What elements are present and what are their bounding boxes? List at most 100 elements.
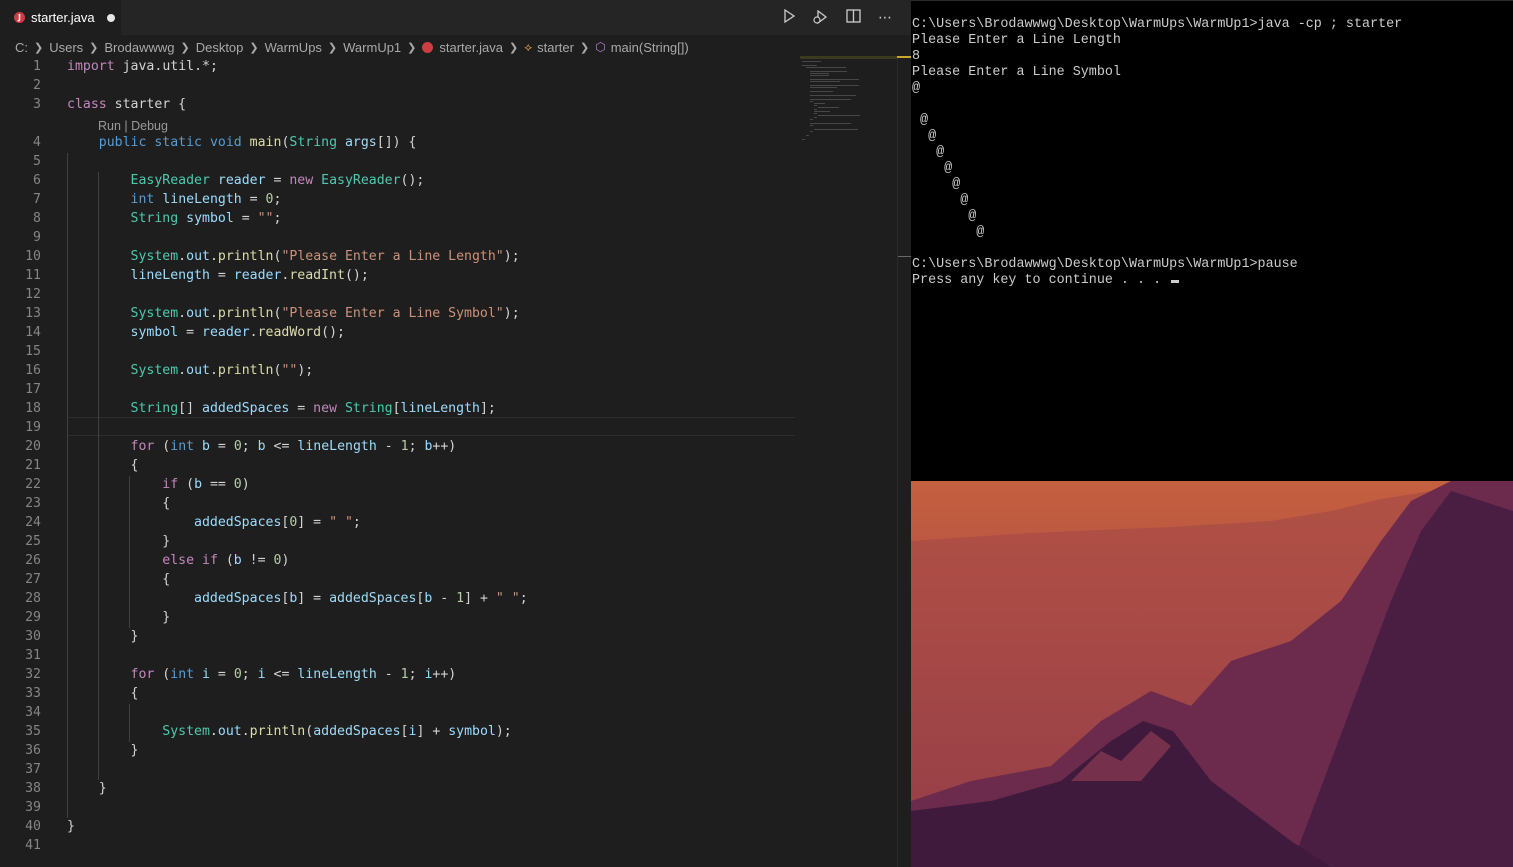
code-text[interactable]: {: [67, 456, 139, 475]
code-line[interactable]: 36 }: [0, 741, 800, 760]
code-text[interactable]: System.out.println(addedSpaces[i] + symb…: [67, 722, 511, 741]
unsaved-changes-dot-icon[interactable]: [106, 13, 115, 22]
command-prompt-window[interactable]: C:\Users\Brodawwwg\Desktop\WarmUps\WarmU…: [911, 0, 1513, 481]
code-line[interactable]: 7 int lineLength = 0;: [0, 190, 800, 209]
terminal-line: C:\Users\Brodawwwg\Desktop\WarmUps\WarmU…: [912, 17, 1403, 32]
breadcrumb-folder-brodawwwg[interactable]: Brodawwwg: [104, 40, 174, 55]
code-text[interactable]: for (int i = 0; i <= lineLength - 1; i++…: [67, 665, 457, 684]
breadcrumb-folder-users[interactable]: Users: [49, 40, 83, 55]
code-line[interactable]: 27 {: [0, 570, 800, 589]
code-text[interactable]: String[] addedSpaces = new String[lineLe…: [67, 399, 496, 418]
minimap-line: [810, 71, 847, 72]
line-number: 21: [25, 458, 41, 473]
code-line[interactable]: 20 for (int b = 0; b <= lineLength - 1; …: [0, 437, 800, 456]
mountain-landscape-image: [911, 481, 1513, 867]
code-line[interactable]: 1 import java.util.*;: [0, 57, 800, 76]
code-text[interactable]: {: [67, 684, 139, 703]
code-line[interactable]: 25 }: [0, 532, 800, 551]
code-text[interactable]: public static void main(String args[]) {: [67, 133, 417, 152]
code-line[interactable]: 29 }: [0, 608, 800, 627]
code-text[interactable]: {: [67, 570, 170, 589]
code-line[interactable]: 35 System.out.println(addedSpaces[i] + s…: [0, 722, 800, 741]
code-line[interactable]: 19: [0, 418, 800, 437]
code-line[interactable]: 39: [0, 798, 800, 817]
code-text[interactable]: }: [67, 627, 139, 646]
code-line[interactable]: 5: [0, 152, 800, 171]
breadcrumb-folder-desktop[interactable]: Desktop: [196, 40, 244, 55]
code-text[interactable]: }: [67, 779, 107, 798]
code-line[interactable]: 11 lineLength = reader.readInt();: [0, 266, 800, 285]
line-number: 41: [25, 838, 41, 853]
minimap[interactable]: [800, 56, 897, 176]
more-actions-icon[interactable]: ⋯: [876, 9, 894, 27]
vertical-scrollbar[interactable]: [897, 56, 911, 867]
code-text[interactable]: import java.util.*;: [67, 57, 218, 76]
line-number: 13: [25, 306, 41, 321]
line-number: 30: [25, 629, 41, 644]
code-line[interactable]: 38 }: [0, 779, 800, 798]
code-line[interactable]: 2: [0, 76, 800, 95]
editor-tab-starter-java[interactable]: J starter.java: [0, 0, 121, 35]
code-line[interactable]: 15: [0, 342, 800, 361]
line-number: 2: [33, 78, 41, 93]
breadcrumb-class[interactable]: starter: [537, 40, 574, 55]
code-text[interactable]: }: [67, 608, 170, 627]
code-line[interactable]: 8 String symbol = "";: [0, 209, 800, 228]
code-line[interactable]: 23 {: [0, 494, 800, 513]
code-line[interactable]: 21 {: [0, 456, 800, 475]
breadcrumb-drive[interactable]: C:: [15, 40, 28, 55]
code-line[interactable]: 33 {: [0, 684, 800, 703]
code-text[interactable]: addedSpaces[b] = addedSpaces[b - 1] + " …: [67, 589, 528, 608]
code-text[interactable]: EasyReader reader = new EasyReader();: [67, 171, 425, 190]
debug-icon[interactable]: [811, 9, 829, 27]
run-icon[interactable]: [780, 8, 798, 27]
code-line[interactable]: 12: [0, 285, 800, 304]
code-line[interactable]: 16 System.out.println("");: [0, 361, 800, 380]
code-line[interactable]: 30 }: [0, 627, 800, 646]
code-text[interactable]: if (b == 0): [67, 475, 249, 494]
code-line[interactable]: 6 EasyReader reader = new EasyReader();: [0, 171, 800, 190]
code-line[interactable]: 41: [0, 836, 800, 855]
code-text[interactable]: }: [67, 532, 170, 551]
code-text[interactable]: else if (b != 0): [67, 551, 289, 570]
minimap-highlight: [800, 56, 897, 59]
breadcrumb-file[interactable]: starter.java: [439, 40, 503, 55]
code-text[interactable]: System.out.println("Please Enter a Line …: [67, 304, 520, 323]
code-line[interactable]: 14 symbol = reader.readWord();: [0, 323, 800, 342]
breadcrumb-method[interactable]: main(String[]): [611, 40, 689, 55]
code-text[interactable]: }: [67, 741, 139, 760]
breadcrumb-folder-warmup1[interactable]: WarmUp1: [343, 40, 401, 55]
code-text[interactable]: class starter {: [67, 95, 186, 114]
code-text[interactable]: }: [67, 817, 75, 836]
breadcrumb-folder-warmups[interactable]: WarmUps: [265, 40, 322, 55]
split-editor-icon[interactable]: [844, 9, 862, 27]
code-text[interactable]: symbol = reader.readWord();: [67, 323, 345, 342]
code-text[interactable]: System.out.println("Please Enter a Line …: [67, 247, 520, 266]
code-text[interactable]: int lineLength = 0;: [67, 190, 282, 209]
code-text[interactable]: for (int b = 0; b <= lineLength - 1; b++…: [67, 437, 457, 456]
code-line[interactable]: 17: [0, 380, 800, 399]
code-line[interactable]: 40}: [0, 817, 800, 836]
code-line[interactable]: 24 addedSpaces[0] = " ";: [0, 513, 800, 532]
code-text[interactable]: {: [67, 494, 170, 513]
chevron-right-icon: ❯: [34, 41, 44, 54]
code-text[interactable]: lineLength = reader.readInt();: [67, 266, 369, 285]
code-line[interactable]: 34: [0, 703, 800, 722]
code-line[interactable]: 9: [0, 228, 800, 247]
code-line[interactable]: 26 else if (b != 0): [0, 551, 800, 570]
line-number: 24: [25, 515, 41, 530]
code-line[interactable]: 3 class starter {: [0, 95, 800, 114]
code-line[interactable]: 22 if (b == 0): [0, 475, 800, 494]
code-text[interactable]: String symbol = "";: [67, 209, 282, 228]
code-line[interactable]: 18 String[] addedSpaces = new String[lin…: [0, 399, 800, 418]
code-line[interactable]: 4 public static void main(String args[])…: [0, 133, 800, 152]
code-line[interactable]: 13 System.out.println("Please Enter a Li…: [0, 304, 800, 323]
terminal-line: @: [912, 145, 945, 160]
code-line[interactable]: 31: [0, 646, 800, 665]
code-line[interactable]: 37: [0, 760, 800, 779]
code-line[interactable]: 28 addedSpaces[b] = addedSpaces[b - 1] +…: [0, 589, 800, 608]
code-line[interactable]: 10 System.out.println("Please Enter a Li…: [0, 247, 800, 266]
code-text[interactable]: System.out.println("");: [67, 361, 314, 380]
code-text[interactable]: addedSpaces[0] = " ";: [67, 513, 361, 532]
code-line[interactable]: 32 for (int i = 0; i <= lineLength - 1; …: [0, 665, 800, 684]
